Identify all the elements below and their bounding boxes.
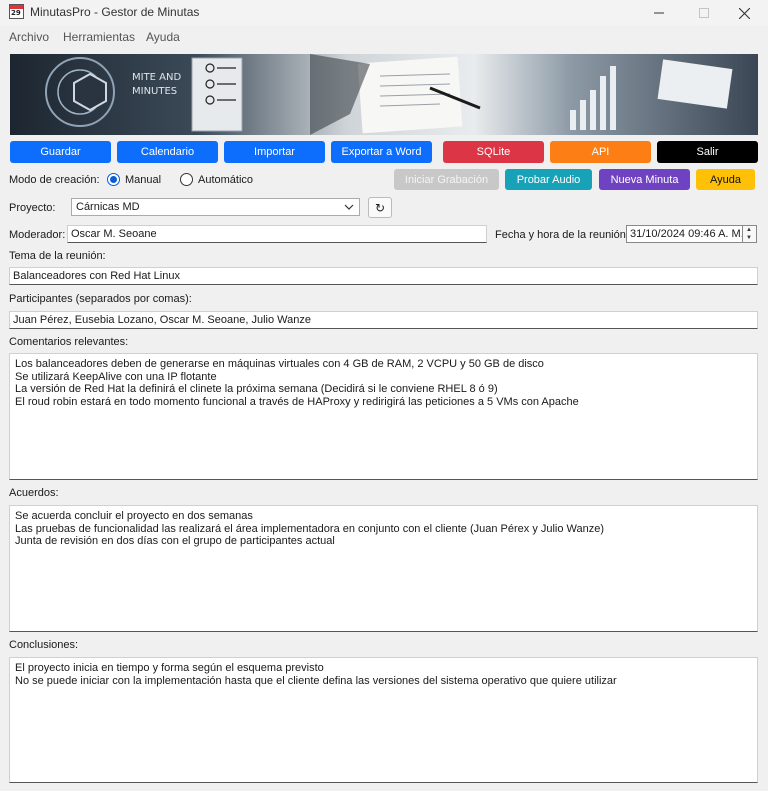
refresh-icon: ↻ xyxy=(374,200,386,215)
maximize-button xyxy=(681,0,726,26)
project-dropdown[interactable]: Cárnicas MD xyxy=(71,198,360,216)
comments-label: Comentarios relevantes: xyxy=(9,336,129,348)
conclusions-textarea[interactable]: El proyecto inicia en tiempo y forma seg… xyxy=(9,657,758,783)
conclusions-label: Conclusiones: xyxy=(9,639,79,651)
chevron-down-icon xyxy=(344,199,354,218)
mode-label: Modo de creación: xyxy=(9,174,100,186)
export-word-button[interactable]: Exportar a Word xyxy=(331,141,432,163)
agreements-label: Acuerdos: xyxy=(9,487,59,499)
agreements-textarea[interactable]: Se acuerda concluir el proyecto en dos s… xyxy=(9,505,758,632)
moderator-label: Moderador: xyxy=(9,229,66,241)
moderator-input[interactable]: Oscar M. Seoane xyxy=(67,225,487,243)
start-recording-button: Iniciar Grabación xyxy=(394,169,499,190)
exit-button[interactable]: Salir xyxy=(657,141,758,163)
refresh-button[interactable]: ↻ xyxy=(368,197,392,218)
datetime-label: Fecha y hora de la reunión: xyxy=(495,229,629,241)
test-audio-button[interactable]: Probar Audio xyxy=(505,169,592,190)
participants-input[interactable]: Juan Pérez, Eusebia Lozano, Oscar M. Seo… xyxy=(9,311,758,329)
topic-input[interactable]: Balanceadores con Red Hat Linux xyxy=(9,267,758,285)
api-button[interactable]: API xyxy=(550,141,651,163)
help-button[interactable]: Ayuda xyxy=(696,169,755,190)
moderator-value: Oscar M. Seoane xyxy=(71,228,157,240)
radio-manual[interactable] xyxy=(107,173,120,186)
comments-textarea[interactable]: Los balanceadores deben de generarse en … xyxy=(9,353,758,480)
import-button[interactable]: Importar xyxy=(224,141,325,163)
radio-manual-label: Manual xyxy=(125,174,162,186)
project-label: Proyecto: xyxy=(9,202,56,214)
banner-text-1: MITE AND xyxy=(132,72,182,83)
comment-line: Los balanceadores deben de generarse en … xyxy=(15,358,544,370)
conclusion-line: El proyecto inicia en tiempo y forma seg… xyxy=(15,662,324,674)
new-minute-button[interactable]: Nueva Minuta xyxy=(599,169,690,190)
sqlite-button[interactable]: SQLite xyxy=(443,141,544,163)
close-button[interactable] xyxy=(722,0,767,26)
participants-label: Participantes (separados por comas): xyxy=(9,293,192,305)
conclusion-line: No se puede iniciar con la implementació… xyxy=(15,674,617,687)
participants-value: Juan Pérez, Eusebia Lozano, Oscar M. Seo… xyxy=(13,314,311,326)
datetime-value: 31/10/2024 09:46 A. M. xyxy=(630,228,744,240)
datetime-picker[interactable]: 31/10/2024 09:46 A. M. xyxy=(626,225,744,243)
spin-down-icon[interactable]: ▼ xyxy=(746,235,752,241)
close-icon xyxy=(739,7,750,19)
minimize-icon xyxy=(653,12,664,14)
agreement-line: Las pruebas de funcionalidad las realiza… xyxy=(15,522,605,535)
maximize-icon xyxy=(698,8,709,18)
calendar-app-icon: 29 xyxy=(9,4,24,19)
topic-value: Balanceadores con Red Hat Linux xyxy=(13,270,180,282)
title-bar: 29 MinutasPro - Gestor de Minutas xyxy=(0,0,768,26)
radio-automatic-label: Automático xyxy=(198,174,254,186)
app-icon-number: 29 xyxy=(11,9,21,17)
calendar-button[interactable]: Calendario xyxy=(117,141,218,163)
agreement-line: Se acuerda concluir el proyecto en dos s… xyxy=(15,510,253,522)
datetime-spinner[interactable]: ▲ ▼ xyxy=(742,225,757,243)
minimize-button[interactable] xyxy=(636,0,681,26)
comment-line: El roud robin estará en todo momento fun… xyxy=(15,395,579,408)
menu-archivo[interactable]: Archivo xyxy=(9,30,49,44)
header-banner-image: MITE AND MINUTES xyxy=(10,54,758,135)
topic-label: Tema de la reunión: xyxy=(9,250,106,262)
save-button[interactable]: Guardar xyxy=(10,141,111,163)
radio-automatic[interactable] xyxy=(180,173,193,186)
menu-herramientas[interactable]: Herramientas xyxy=(63,30,135,44)
window-title: MinutasPro - Gestor de Minutas xyxy=(30,5,200,19)
spin-up-icon[interactable]: ▲ xyxy=(746,227,752,233)
comment-line: La versión de Red Hat la definirá el cli… xyxy=(15,383,498,395)
comment-line: Se utilizará KeepAlive con una IP flotan… xyxy=(15,370,217,383)
banner-text-2: MINUTES xyxy=(132,86,177,97)
menu-bar: Archivo Herramientas Ayuda xyxy=(0,27,768,47)
agreement-line: Junta de revisión en dos días con el gru… xyxy=(15,535,335,547)
project-value: Cárnicas MD xyxy=(76,201,140,213)
menu-ayuda[interactable]: Ayuda xyxy=(146,30,180,44)
